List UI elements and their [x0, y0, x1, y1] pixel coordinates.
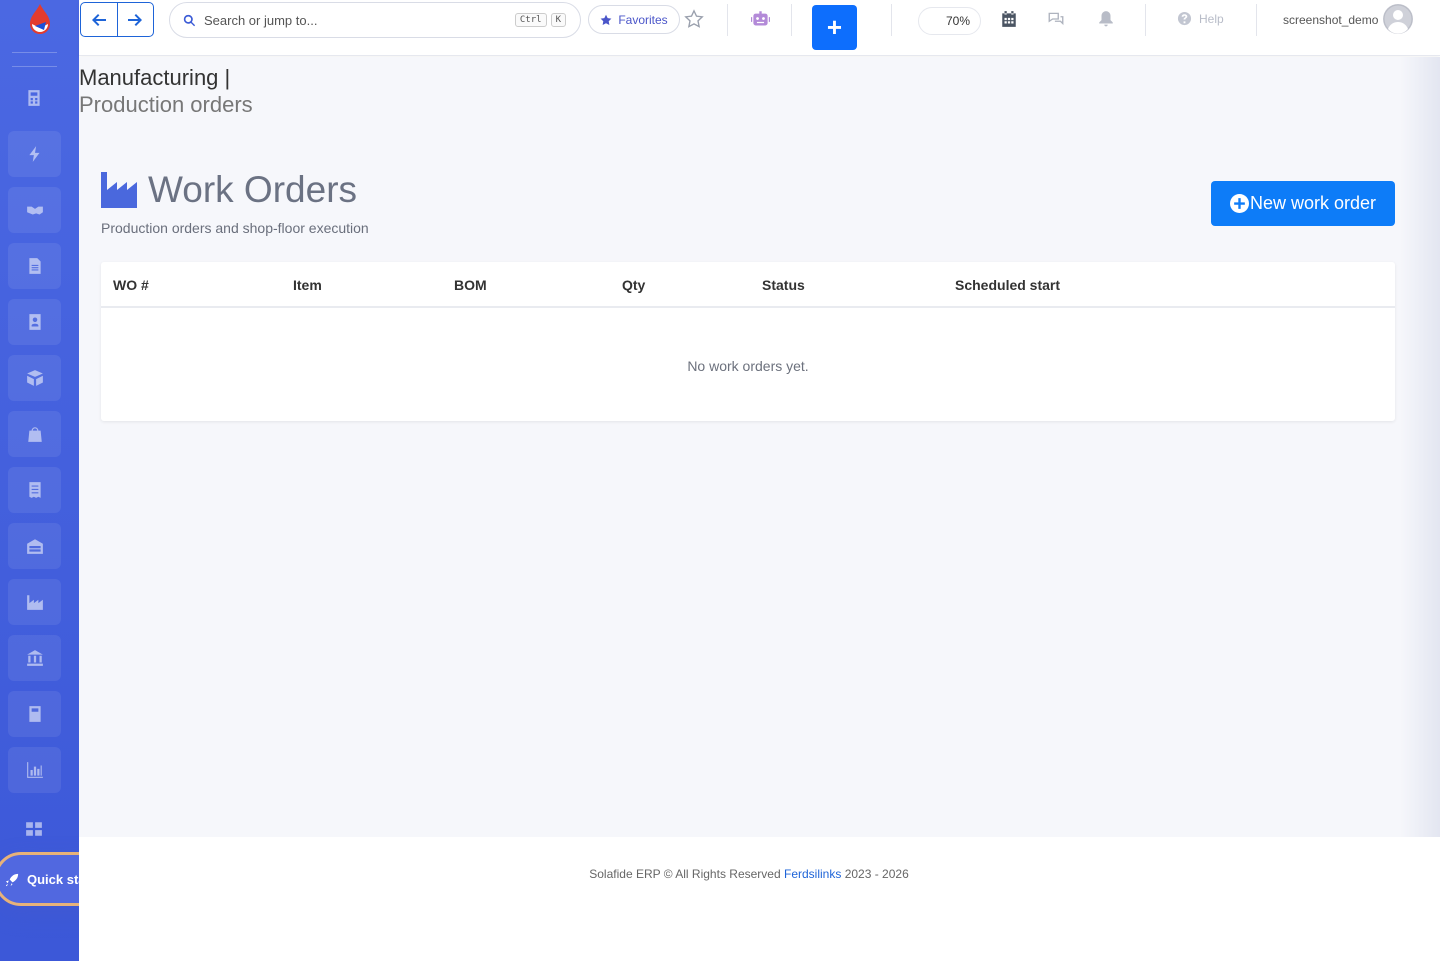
plus-circle-icon	[1229, 194, 1249, 213]
page-header: Work Orders	[101, 169, 357, 211]
handshake-icon	[26, 206, 43, 215]
sidebar-divider	[12, 66, 57, 67]
sidebar	[0, 0, 79, 961]
sidebar-item-accounting[interactable]	[8, 691, 61, 737]
table-header: WO # Item BOM Qty Status Scheduled start	[101, 262, 1395, 308]
grid-icon[interactable]	[22, 817, 46, 841]
main-content: Manufacturing | Production orders Work O…	[79, 57, 1440, 837]
app-logo[interactable]	[26, 2, 54, 38]
column-header-scheduled-start[interactable]: Scheduled start	[955, 277, 1060, 293]
toolbar-divider	[1256, 4, 1257, 36]
warehouse-icon	[26, 539, 43, 554]
work-orders-table: WO # Item BOM Qty Status Scheduled start…	[101, 262, 1395, 421]
sidebar-item-warehouse[interactable]	[8, 523, 61, 569]
bolt-icon	[28, 146, 39, 162]
footer-link[interactable]: Ferdsilinks	[784, 867, 841, 881]
star-icon	[600, 14, 612, 25]
add-favorite-star-icon[interactable]	[684, 9, 704, 29]
page-title: Work Orders	[148, 169, 358, 210]
footer: Solafide ERP © All Rights Reserved Ferds…	[79, 837, 1440, 961]
create-new-button[interactable]: +	[812, 5, 857, 50]
footer-copyright: Solafide ERP © All Rights Reserved	[589, 867, 781, 881]
toolbar-divider	[1145, 4, 1146, 36]
document-icon	[28, 258, 41, 274]
sidebar-item-energy[interactable]	[8, 131, 61, 177]
book-icon	[28, 706, 41, 722]
topbar: Search or jump to... Ctrl K Favorites + …	[79, 0, 1440, 56]
breadcrumb: Manufacturing | Production orders	[79, 64, 254, 118]
factory-icon	[26, 595, 43, 610]
forward-button[interactable]	[116, 3, 153, 36]
sidebar-divider	[12, 52, 57, 53]
sidebar-item-contacts[interactable]	[8, 299, 61, 345]
column-header-bom[interactable]: BOM	[454, 277, 487, 293]
username[interactable]: screenshot_demo	[1283, 13, 1378, 27]
sidebar-item-sales[interactable]	[8, 411, 61, 457]
contact-icon	[28, 314, 41, 330]
boxes-icon	[26, 370, 43, 386]
avatar[interactable]	[1383, 4, 1413, 34]
receipt-icon	[28, 482, 41, 498]
arrow-left-icon	[91, 13, 106, 26]
new-work-order-label: New work order	[1249, 193, 1377, 213]
page-edge-shadow	[1400, 57, 1440, 837]
breadcrumb-module[interactable]: Manufacturing |	[79, 65, 230, 90]
column-header-status[interactable]: Status	[762, 277, 805, 293]
footer-text: Solafide ERP © All Rights Reserved Ferds…	[79, 867, 1419, 881]
toolbar-divider	[791, 4, 792, 36]
new-work-order-button[interactable]: New work order	[1211, 181, 1395, 226]
empty-state-message: No work orders yet.	[687, 358, 809, 374]
sidebar-item-reports[interactable]	[8, 747, 61, 793]
help-label: Help	[1199, 11, 1224, 26]
calendar-icon[interactable]	[1000, 10, 1018, 28]
back-button[interactable]	[81, 3, 117, 36]
favorites-label: Favorites	[618, 12, 668, 27]
zoom-level[interactable]: 70%	[918, 7, 981, 35]
question-icon	[1177, 11, 1192, 26]
bell-icon[interactable]	[1097, 10, 1115, 28]
search-icon	[183, 14, 196, 26]
favorites-button[interactable]: Favorites	[588, 5, 680, 34]
sidebar-item-documents[interactable]	[8, 243, 61, 289]
chart-icon	[26, 762, 43, 778]
sidebar-item-banking[interactable]	[8, 635, 61, 681]
calculator-icon[interactable]	[22, 86, 46, 110]
help-link[interactable]: Help	[1177, 11, 1224, 26]
history-nav	[80, 2, 154, 37]
column-header-item[interactable]: Item	[293, 277, 322, 293]
shortcut-ctrl: Ctrl	[514, 13, 547, 27]
toolbar-divider	[727, 4, 728, 36]
sidebar-item-inventory[interactable]	[8, 355, 61, 401]
footer-years: 2023 - 2026	[844, 867, 909, 881]
bank-icon	[26, 650, 43, 666]
sidebar-item-manufacturing[interactable]	[8, 579, 61, 625]
column-header-wo[interactable]: WO #	[113, 277, 149, 293]
search-input[interactable]: Search or jump to... Ctrl K	[169, 2, 581, 38]
breadcrumb-current: Production orders	[79, 92, 253, 117]
search-placeholder: Search or jump to...	[204, 12, 318, 28]
shortcut-k: K	[550, 13, 566, 27]
toolbar-divider	[891, 4, 892, 36]
page-subtitle: Production orders and shop-floor executi…	[101, 220, 369, 236]
robot-icon[interactable]	[751, 10, 770, 29]
rocket-icon	[5, 873, 19, 886]
chat-icon[interactable]	[1047, 10, 1065, 28]
factory-icon	[101, 172, 137, 208]
sidebar-item-purchasing[interactable]	[8, 467, 61, 513]
column-header-qty[interactable]: Qty	[622, 277, 645, 293]
sidebar-item-crm[interactable]	[8, 187, 61, 233]
bag-icon	[27, 427, 42, 442]
arrow-right-icon	[128, 13, 143, 26]
